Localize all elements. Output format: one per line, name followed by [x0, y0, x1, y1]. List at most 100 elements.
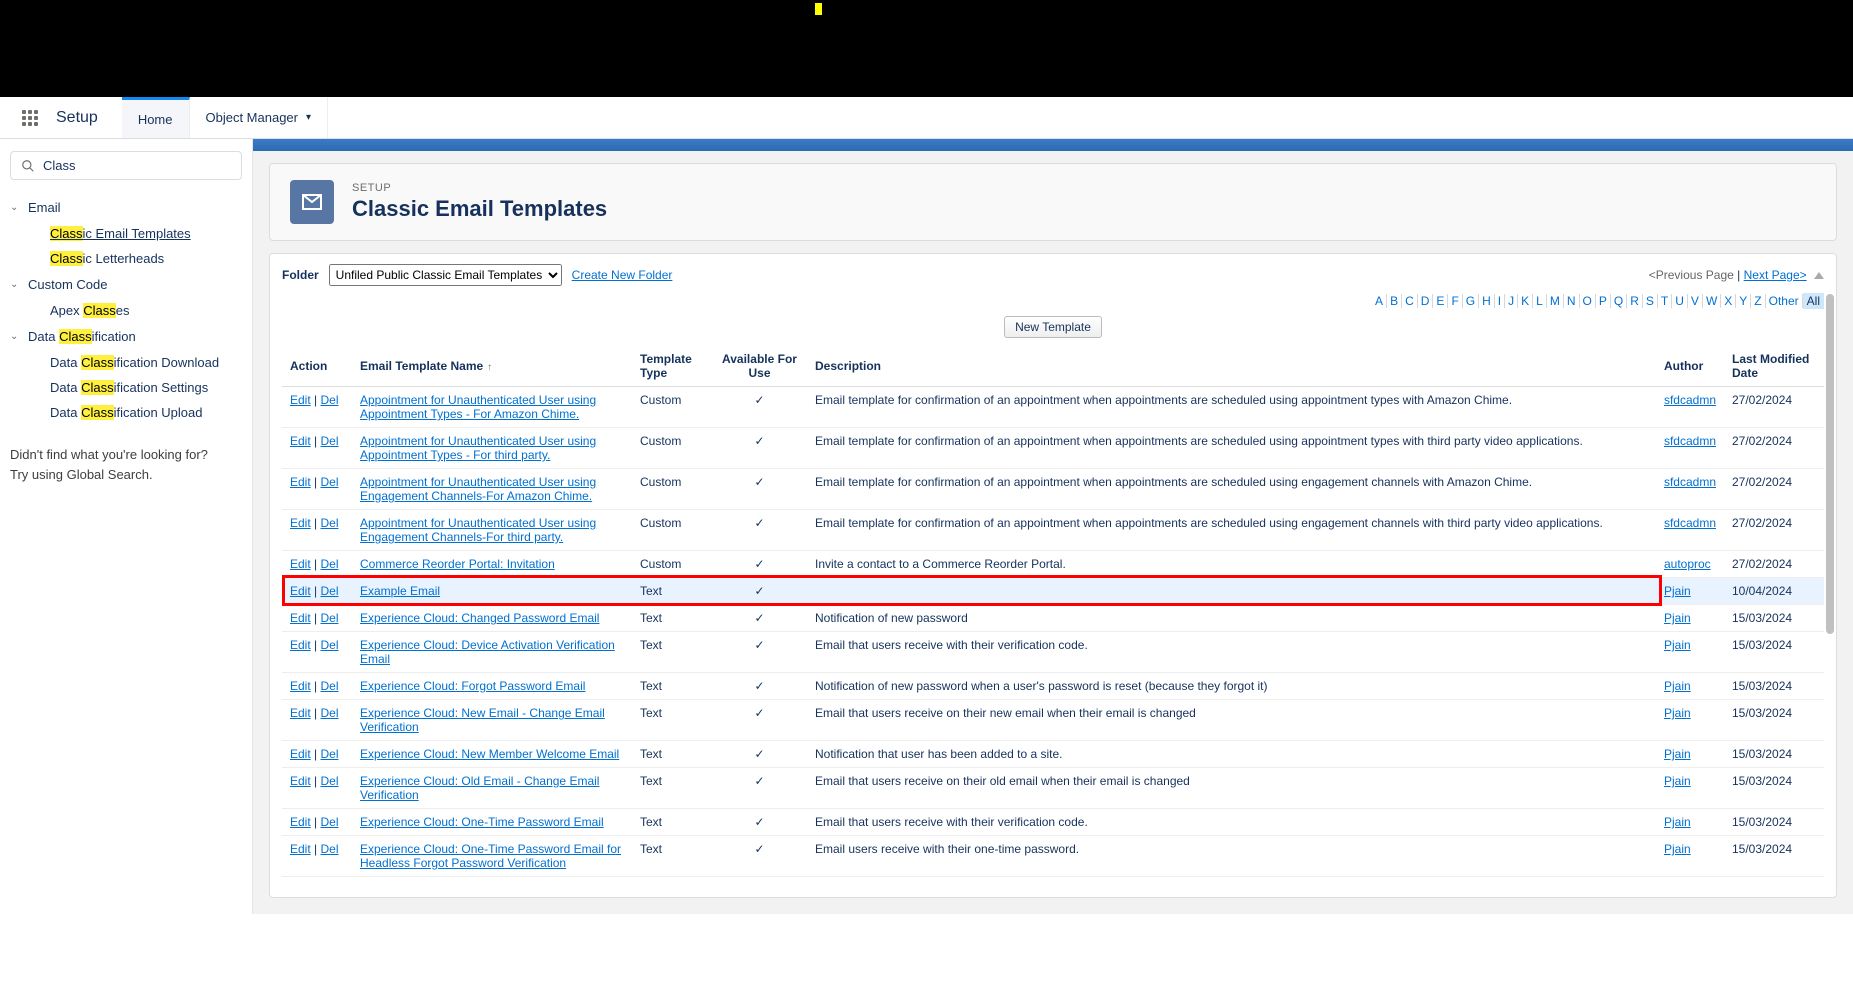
template-name-link[interactable]: Appointment for Unauthenticated User usi… — [360, 434, 596, 462]
alpha-p[interactable]: P — [1596, 294, 1611, 308]
tree-item[interactable]: Apex Classes — [10, 298, 242, 323]
alpha-z[interactable]: Z — [1751, 294, 1765, 308]
alpha-y[interactable]: Y — [1736, 294, 1751, 308]
col-type[interactable]: Template Type — [632, 346, 712, 387]
alpha-w[interactable]: W — [1703, 294, 1721, 308]
edit-link[interactable]: Edit — [290, 557, 311, 571]
template-name-link[interactable]: Commerce Reorder Portal: Invitation — [360, 557, 555, 571]
create-folder-link[interactable]: Create New Folder — [572, 268, 673, 282]
alpha-m[interactable]: M — [1547, 294, 1564, 308]
edit-link[interactable]: Edit — [290, 638, 311, 652]
edit-link[interactable]: Edit — [290, 611, 311, 625]
alpha-o[interactable]: O — [1580, 294, 1596, 308]
alpha-k[interactable]: K — [1518, 294, 1533, 308]
author-link[interactable]: Pjain — [1664, 747, 1691, 761]
author-link[interactable]: autoproc — [1664, 557, 1711, 571]
tree-group-data-classification[interactable]: ⌄Data Classification — [10, 323, 242, 350]
quick-find-input[interactable] — [43, 158, 231, 173]
alpha-n[interactable]: N — [1564, 294, 1580, 308]
del-link[interactable]: Del — [320, 842, 338, 856]
col-desc[interactable]: Description — [807, 346, 1656, 387]
author-link[interactable]: Pjain — [1664, 706, 1691, 720]
quick-find[interactable] — [10, 151, 242, 180]
alpha-u[interactable]: U — [1672, 294, 1688, 308]
template-name-link[interactable]: Appointment for Unauthenticated User usi… — [360, 475, 596, 503]
author-link[interactable]: Pjain — [1664, 842, 1691, 856]
del-link[interactable]: Del — [320, 557, 338, 571]
template-name-link[interactable]: Appointment for Unauthenticated User usi… — [360, 516, 596, 544]
author-link[interactable]: Pjain — [1664, 774, 1691, 788]
del-link[interactable]: Del — [320, 815, 338, 829]
edit-link[interactable]: Edit — [290, 516, 311, 530]
del-link[interactable]: Del — [320, 434, 338, 448]
template-name-link[interactable]: Experience Cloud: Old Email - Change Ema… — [360, 774, 599, 802]
del-link[interactable]: Del — [320, 706, 338, 720]
edit-link[interactable]: Edit — [290, 434, 311, 448]
next-page-link[interactable]: Next Page> — [1744, 268, 1807, 282]
tree-item[interactable]: Data Classification Settings — [10, 375, 242, 400]
alpha-q[interactable]: Q — [1611, 294, 1627, 308]
scrollbar-indicator[interactable] — [1826, 294, 1834, 634]
edit-link[interactable]: Edit — [290, 706, 311, 720]
alpha-t[interactable]: T — [1658, 294, 1672, 308]
author-link[interactable]: sfdcadmn — [1664, 475, 1716, 489]
template-name-link[interactable]: Experience Cloud: Changed Password Email — [360, 611, 599, 625]
alpha-i[interactable]: I — [1495, 294, 1505, 308]
edit-link[interactable]: Edit — [290, 475, 311, 489]
template-name-link[interactable]: Experience Cloud: One-Time Password Emai… — [360, 815, 604, 829]
app-launcher-icon[interactable] — [22, 110, 38, 126]
alpha-l[interactable]: L — [1533, 294, 1547, 308]
alpha-all[interactable]: All — [1803, 293, 1824, 309]
alpha-j[interactable]: J — [1505, 294, 1518, 308]
alpha-d[interactable]: D — [1418, 294, 1434, 308]
nav-tab-home[interactable]: Home — [122, 97, 190, 138]
del-link[interactable]: Del — [320, 747, 338, 761]
template-name-link[interactable]: Experience Cloud: New Email - Change Ema… — [360, 706, 605, 734]
alpha-s[interactable]: S — [1643, 294, 1658, 308]
alpha-r[interactable]: R — [1627, 294, 1643, 308]
alpha-c[interactable]: C — [1402, 294, 1418, 308]
del-link[interactable]: Del — [320, 774, 338, 788]
edit-link[interactable]: Edit — [290, 842, 311, 856]
del-link[interactable]: Del — [320, 679, 338, 693]
col-date[interactable]: Last Modified Date — [1724, 346, 1824, 387]
tree-item[interactable]: Classic Email Templates — [10, 221, 242, 246]
author-link[interactable]: Pjain — [1664, 584, 1691, 598]
alpha-b[interactable]: B — [1387, 294, 1402, 308]
template-name-link[interactable]: Experience Cloud: New Member Welcome Ema… — [360, 747, 619, 761]
collapse-icon[interactable] — [1814, 272, 1824, 279]
edit-link[interactable]: Edit — [290, 584, 311, 598]
alpha-v[interactable]: V — [1688, 294, 1703, 308]
alpha-g[interactable]: G — [1463, 294, 1479, 308]
del-link[interactable]: Del — [320, 393, 338, 407]
del-link[interactable]: Del — [320, 475, 338, 489]
alpha-x[interactable]: X — [1721, 294, 1736, 308]
col-name[interactable]: Email Template Name↑ — [352, 346, 632, 387]
tree-group-email[interactable]: ⌄Email — [10, 194, 242, 221]
author-link[interactable]: Pjain — [1664, 638, 1691, 652]
prev-page-link[interactable]: <Previous Page — [1649, 268, 1734, 282]
author-link[interactable]: sfdcadmn — [1664, 393, 1716, 407]
tree-item[interactable]: Data Classification Upload — [10, 400, 242, 425]
col-author[interactable]: Author — [1656, 346, 1724, 387]
author-link[interactable]: Pjain — [1664, 611, 1691, 625]
alpha-a[interactable]: A — [1372, 294, 1387, 308]
template-name-link[interactable]: Experience Cloud: Device Activation Veri… — [360, 638, 615, 666]
del-link[interactable]: Del — [320, 638, 338, 652]
col-avail[interactable]: Available For Use — [712, 346, 807, 387]
edit-link[interactable]: Edit — [290, 774, 311, 788]
template-name-link[interactable]: Appointment for Unauthenticated User usi… — [360, 393, 596, 421]
template-name-link[interactable]: Experience Cloud: One-Time Password Emai… — [360, 842, 621, 870]
edit-link[interactable]: Edit — [290, 679, 311, 693]
del-link[interactable]: Del — [320, 516, 338, 530]
alpha-other[interactable]: Other — [1766, 294, 1803, 308]
author-link[interactable]: sfdcadmn — [1664, 434, 1716, 448]
tree-item[interactable]: Classic Letterheads — [10, 246, 242, 271]
edit-link[interactable]: Edit — [290, 815, 311, 829]
author-link[interactable]: sfdcadmn — [1664, 516, 1716, 530]
del-link[interactable]: Del — [320, 584, 338, 598]
template-name-link[interactable]: Experience Cloud: Forgot Password Email — [360, 679, 585, 693]
new-template-button[interactable]: New Template — [1004, 316, 1102, 338]
tree-group-custom-code[interactable]: ⌄Custom Code — [10, 271, 242, 298]
edit-link[interactable]: Edit — [290, 747, 311, 761]
